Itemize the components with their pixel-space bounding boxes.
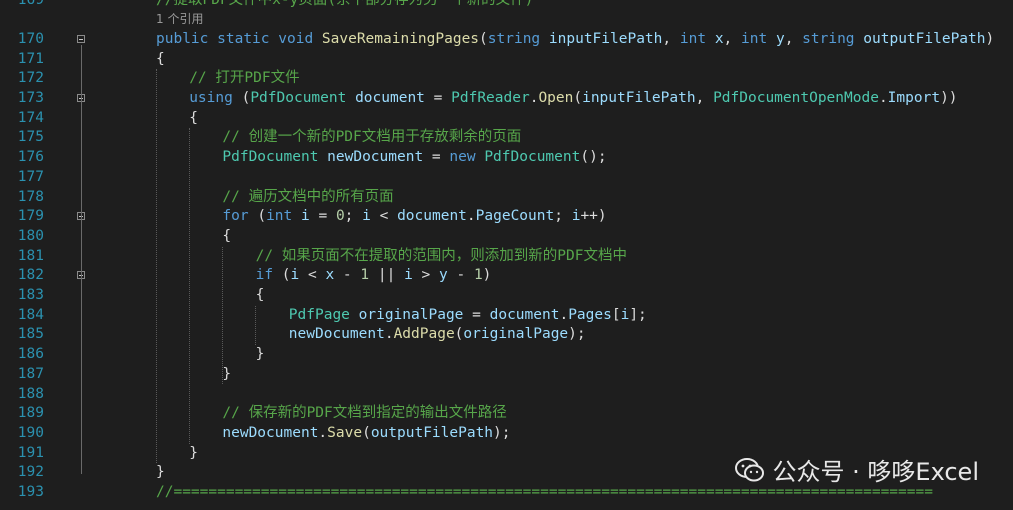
reference-count: 1 个引用 [156, 12, 204, 27]
code-line[interactable]: 186} [0, 345, 1013, 365]
line-number: 184 [17, 306, 44, 323]
code-text: { [189, 109, 198, 126]
code-line[interactable]: 177 [0, 168, 1013, 188]
wechat-icon [734, 457, 764, 481]
line-number: 172 [17, 70, 44, 87]
line-number: 185 [17, 326, 44, 343]
code-text: //提取PDF文件中x-y页面(余下部分存为另一个新的文件) [156, 0, 533, 10]
line-number: 175 [17, 129, 44, 146]
code-text: if (i < x - 1 || i > y - 1) [255, 267, 492, 284]
code-text: // 打开PDF文件 [189, 70, 300, 87]
line-number: 191 [17, 444, 44, 461]
line-number: 181 [17, 247, 44, 264]
indent-guide [189, 128, 190, 444]
code-text: { [222, 227, 232, 244]
watermark-text: 公众号 · 哆哆Excel [772, 458, 979, 486]
code-text: { [156, 50, 165, 67]
code-text: } [189, 444, 198, 461]
code-line[interactable]: 189 // 保存新的PDF文档到指定的输出文件路径 [0, 404, 1013, 424]
collapse-icon[interactable] [77, 34, 85, 43]
line-number: 173 [17, 90, 44, 106]
code-text: // 遍历文档中的所有页面 [222, 188, 394, 205]
code-line[interactable]: 173 using (PdfDocument document = PdfRead… [0, 89, 1013, 109]
code-text: } [255, 346, 265, 363]
line-number: 179 [17, 208, 44, 225]
line-number: 183 [17, 287, 44, 303]
code-text: // 创建一个新的PDF文档用于存放剩余的页面 [222, 129, 522, 146]
code-line[interactable]: 185 newDocument.AddPage(originalPage); [0, 325, 1013, 345]
code-line[interactable]: 181 // 如果页面不在提取的范围内，则添加到新的PDF文档中 [0, 247, 1013, 267]
code-editor[interactable]: 169 //提取PDF文件中x-y页面(余下部分存为另一个新的文件) 1 个引用 17… [0, 0, 1013, 510]
line-number: 178 [17, 188, 44, 205]
watermark: 公众号 · 哆哆Excel [734, 452, 979, 487]
code-line[interactable]: 190 newDocument.Save(outputFilePath); [0, 424, 1013, 444]
code-line[interactable]: 176 PdfDocument newDocument = new PdfDocu… [0, 148, 1013, 168]
code-text: PdfDocument newDocument = new PdfDocumen… [222, 149, 607, 166]
code-text: newDocument.AddPage(originalPage); [288, 326, 586, 343]
line-number: 177 [17, 168, 44, 185]
line-number: 192 [17, 464, 44, 481]
code-line[interactable]: 172 // 打开PDF文件 [0, 69, 1013, 89]
code-text: using (PdfDocument document = PdfReader.… [189, 90, 958, 106]
line-number: 187 [17, 365, 44, 382]
code-line[interactable]: 182 if (i < x - 1 || i > y - 1) [0, 266, 1013, 286]
line-number: 182 [17, 267, 44, 284]
code-line[interactable]: 179 for (int i = 0; i < document.PageCoun… [0, 207, 1013, 227]
line-number: 193 [17, 484, 44, 500]
line-number: 186 [17, 346, 44, 363]
code-line[interactable]: 174 { [0, 109, 1013, 129]
line-number: 170 [17, 30, 44, 47]
code-line[interactable]: 184 PdfPage originalPage = document.Pages… [0, 306, 1013, 326]
line-number: 188 [17, 385, 44, 402]
line-number: 174 [17, 109, 44, 126]
code-text: for (int i = 0; i < document.PageCount; … [222, 208, 607, 225]
fold-range-line [81, 281, 82, 357]
code-text: // 保存新的PDF文档到指定的输出文件路径 [222, 405, 507, 422]
code-line[interactable]: 180 { [0, 227, 1013, 247]
code-line[interactable]: 1 个引用 [0, 10, 1013, 30]
code-line[interactable]: 187} [0, 365, 1013, 385]
code-line[interactable]: 183 { [0, 286, 1013, 306]
code-text: { [255, 287, 265, 303]
code-line[interactable]: 188 [0, 385, 1013, 405]
code-line[interactable]: 169 //提取PDF文件中x-y页面(余下部分存为另一个新的文件) [0, 0, 1013, 10]
code-text: public static void SaveRemainingPages(st… [156, 30, 995, 47]
code-text: newDocument.Save(outputFilePath); [222, 424, 511, 441]
code-text: // 如果页面不在提取的范围内，则添加到新的PDF文档中 [255, 247, 627, 264]
line-number: 190 [17, 424, 44, 441]
line-number: 189 [17, 405, 44, 422]
indent-guide [156, 69, 157, 464]
code-line[interactable]: 175 // 创建一个新的PDF文档用于存放剩余的页面 [0, 128, 1013, 148]
line-number: 176 [17, 149, 44, 166]
indent-guide [255, 305, 256, 346]
code-text: } [222, 365, 232, 382]
code-text: } [156, 464, 165, 481]
code-line[interactable]: 178 // 遍历文档中的所有页面 [0, 188, 1013, 208]
line-number: 180 [17, 227, 44, 244]
code-text: PdfPage originalPage = document.Pages[i]… [288, 306, 647, 323]
line-number: 169 [0, 0, 44, 10]
indent-guide [222, 246, 223, 385]
code-line[interactable]: 171 { [0, 50, 1013, 70]
line-number: 171 [17, 50, 44, 67]
code-line[interactable]: 170 public static void SaveRemainingPages… [0, 30, 1013, 50]
